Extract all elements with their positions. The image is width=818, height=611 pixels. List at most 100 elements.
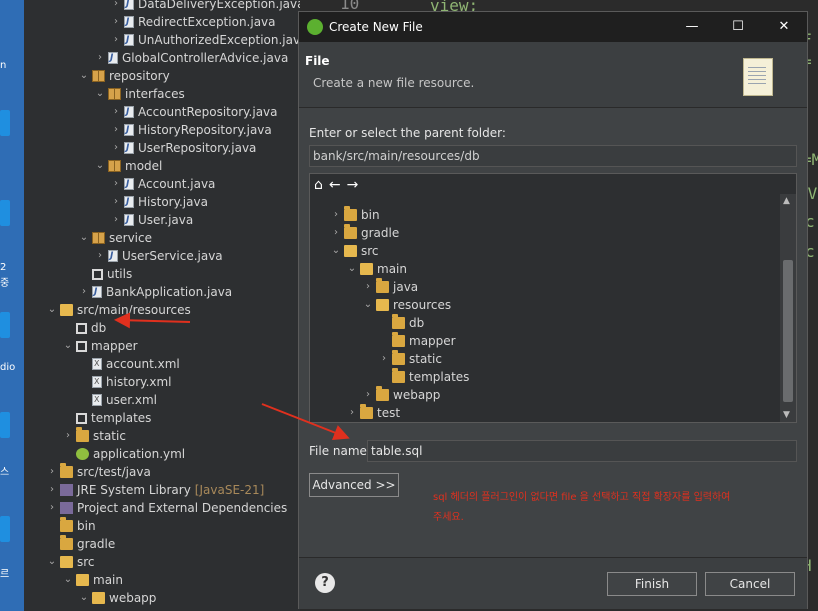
expand-chevron-icon[interactable]: › [110,0,122,13]
collapse-chevron-icon[interactable]: ⌄ [78,589,90,607]
collapse-chevron-icon[interactable]: ⌄ [46,553,58,571]
folder-tree-item[interactable]: db [378,314,424,332]
collapse-chevron-icon[interactable]: ⌄ [78,229,90,247]
expand-chevron-icon[interactable]: › [110,31,122,49]
folder-tree-item[interactable]: › java [362,278,418,296]
collapse-chevron-icon[interactable]: ⌄ [62,571,74,589]
explorer-tree-item[interactable]: › Project and External Dependencies [46,499,287,517]
scroll-up-icon[interactable]: ▲ [783,196,790,206]
desktop-app-icon[interactable] [0,200,10,226]
expand-chevron-icon[interactable]: › [110,121,122,139]
collapse-chevron-icon[interactable]: ⌄ [94,157,106,175]
folder-tree-item[interactable]: ⌄ main [346,260,407,278]
expand-chevron-icon[interactable]: › [330,224,342,242]
finish-button[interactable]: Finish [607,572,697,596]
explorer-tree-item[interactable]: › src/test/java [46,463,151,481]
explorer-tree-item[interactable]: ⌄ main [62,571,123,589]
explorer-tree-item[interactable]: › UserService.java [94,247,223,265]
collapse-chevron-icon[interactable]: ⌄ [46,301,58,319]
explorer-tree-item[interactable]: utils [78,265,132,283]
file-name-input[interactable] [367,440,797,462]
expand-chevron-icon[interactable]: › [110,13,122,31]
expand-chevron-icon[interactable]: › [110,175,122,193]
explorer-tree-item[interactable]: ⌄ src [46,553,95,571]
explorer-tree-item[interactable]: user.xml [78,391,157,409]
expand-chevron-icon[interactable]: › [330,206,342,224]
folder-tree-item[interactable]: mapper [378,332,456,350]
collapse-chevron-icon[interactable]: ⌄ [94,85,106,103]
expand-chevron-icon[interactable]: › [362,386,374,404]
expand-chevron-icon[interactable]: › [94,49,106,67]
explorer-tree-item[interactable]: › JRE System Library [JavaSE-21] [46,481,264,499]
back-arrow-icon[interactable]: ← [329,177,341,193]
folder-tree-item[interactable]: › gradle [330,224,399,242]
forward-arrow-icon[interactable]: → [347,177,359,193]
folder-tree[interactable]: ⌂ ← → › bin › gradle ⌄ src ⌄ main › java ⌄ resource… [309,173,797,423]
expand-chevron-icon[interactable]: › [378,350,390,368]
explorer-tree-item[interactable]: ⌄ interfaces [94,85,185,103]
explorer-tree-item[interactable]: history.xml [78,373,172,391]
explorer-tree-item[interactable]: › UnAuthorizedException.java [110,31,300,49]
desktop-app-icon[interactable] [0,516,10,542]
explorer-tree-item[interactable]: ⌄ src/main/resources [46,301,191,319]
explorer-tree-item[interactable]: ⌄ webapp [78,589,157,607]
explorer-tree-item[interactable]: ⌄ model [94,157,163,175]
parent-folder-input[interactable] [309,145,797,167]
explorer-tree-item[interactable]: db [62,319,106,337]
collapse-chevron-icon[interactable]: ⌄ [362,296,374,314]
desktop-app-icon[interactable] [0,110,10,136]
folder-tree-item[interactable]: › webapp [362,386,440,404]
explorer-tree-item[interactable]: › static [62,427,126,445]
folder-tree-item[interactable]: › static [378,350,442,368]
explorer-tree-item[interactable]: gradle [46,535,115,553]
expand-chevron-icon[interactable]: › [362,278,374,296]
explorer-tree-item[interactable]: ⌄ repository [78,67,170,85]
expand-chevron-icon[interactable]: › [110,193,122,211]
explorer-tree-item[interactable]: › Account.java [110,175,215,193]
collapse-chevron-icon[interactable]: ⌄ [78,67,90,85]
desktop-app-icon[interactable] [0,412,10,438]
close-icon[interactable]: ✕ [761,12,807,42]
scroll-down-icon[interactable]: ▼ [783,410,790,420]
maximize-icon[interactable]: ☐ [715,12,761,42]
explorer-tree-item[interactable]: › History.java [110,193,208,211]
home-icon[interactable]: ⌂ [314,177,323,193]
folder-tree-item[interactable]: templates [378,368,469,386]
cancel-button[interactable]: Cancel [705,572,795,596]
folder-tree-item[interactable]: ⌄ resources [362,296,451,314]
explorer-tree-item[interactable]: › User.java [110,211,193,229]
expand-chevron-icon[interactable]: › [46,463,58,481]
explorer-tree-item[interactable]: › AccountRepository.java [110,103,278,121]
explorer-tree-item[interactable]: › DataDeliveryException.java [110,0,300,13]
explorer-tree-item[interactable]: › RedirectException.java [110,13,276,31]
collapse-chevron-icon[interactable]: ⌄ [62,337,74,355]
expand-chevron-icon[interactable]: › [110,139,122,157]
explorer-tree-item[interactable]: › GlobalControllerAdvice.java [94,49,288,67]
explorer-tree-item[interactable]: ⌄ mapper [62,337,138,355]
explorer-tree-item[interactable]: › BankApplication.java [78,283,232,301]
explorer-tree-item[interactable]: › UserRepository.java [110,139,256,157]
expand-chevron-icon[interactable]: › [110,211,122,229]
expand-chevron-icon[interactable]: › [46,499,58,517]
expand-chevron-icon[interactable]: › [46,481,58,499]
collapse-chevron-icon[interactable]: ⌄ [330,242,342,260]
desktop-app-icon[interactable] [0,312,10,338]
explorer-tree-item[interactable]: bin [46,517,96,535]
minimize-icon[interactable]: — [669,12,715,42]
expand-chevron-icon[interactable]: › [110,103,122,121]
collapse-chevron-icon[interactable]: ⌄ [346,260,358,278]
dialog-titlebar[interactable]: Create New File — ☐ ✕ [299,12,807,42]
folder-tree-item[interactable]: ⌄ src [330,242,379,260]
folder-tree-item[interactable]: › bin [330,206,380,224]
expand-chevron-icon[interactable]: › [94,247,106,265]
help-icon[interactable]: ? [315,573,335,593]
folder-scrollbar[interactable]: ▲ ▼ [780,194,796,422]
expand-chevron-icon[interactable]: › [62,427,74,445]
explorer-tree-item[interactable]: application.yml [62,445,185,463]
explorer-tree-item[interactable]: › HistoryRepository.java [110,121,272,139]
advanced-button[interactable]: Advanced >> [309,473,399,497]
expand-chevron-icon[interactable]: › [346,404,358,422]
folder-tree-item[interactable]: › test [346,404,400,422]
explorer-tree-item[interactable]: ⌄ service [78,229,152,247]
scroll-thumb[interactable] [783,260,793,402]
